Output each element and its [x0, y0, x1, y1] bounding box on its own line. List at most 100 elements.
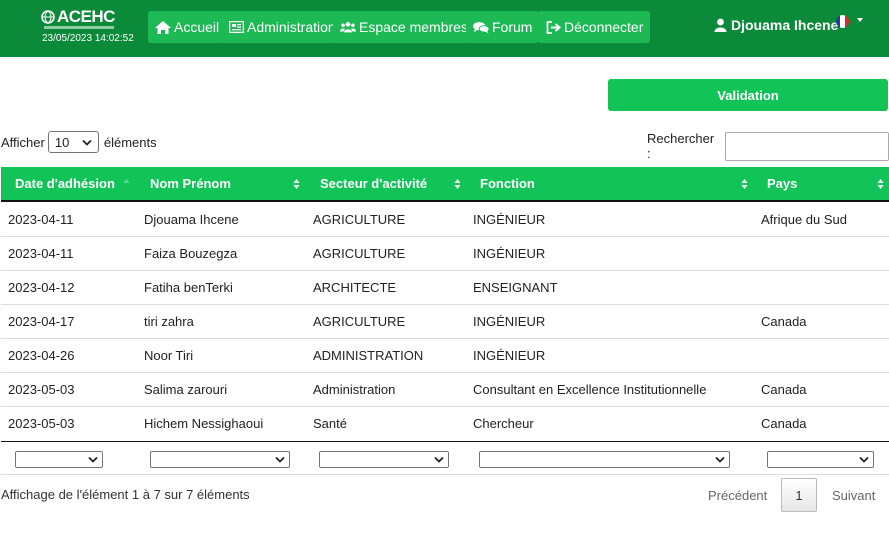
cell-secteur: AGRICULTURE: [313, 246, 406, 261]
sort-both-icon: [877, 178, 884, 190]
cell-fonction: ENSEIGNANT: [473, 280, 558, 295]
cell-pays: Canada: [761, 382, 807, 397]
nav-forum-button[interactable]: Forum: [466, 11, 540, 43]
cell-date: 2023-05-03: [8, 382, 75, 397]
cell-nom: Salima zarouri: [144, 382, 228, 397]
cell-date: 2023-04-11: [8, 212, 74, 227]
column-header-pays[interactable]: Pays: [767, 167, 797, 200]
column-header-secteur[interactable]: Secteur d'activité: [320, 167, 427, 200]
table-row: 2023-04-17 tiri zahra AGRICULTURE INGÉNI…: [1, 305, 889, 339]
cell-fonction: INGÉNIEUR: [473, 246, 546, 261]
table-info: Affichage de l'élément 1 à 7 sur 7 éléme…: [1, 487, 250, 502]
sign-out-icon: [545, 20, 561, 34]
page-length-control: Afficher 10 éléments: [1, 131, 157, 153]
pagination-previous[interactable]: Précédent: [708, 488, 767, 503]
cell-date: 2023-04-17: [8, 314, 75, 329]
nav-accueil-label: Accueil: [174, 19, 220, 35]
table-row: 2023-04-12 Fatiha benTerki ARCHITECTE EN…: [1, 271, 889, 305]
cell-secteur: Santé: [313, 416, 347, 431]
pagination-next[interactable]: Suivant: [832, 488, 875, 503]
table-row: 2023-05-03 Hichem Nessighaoui Santé Cher…: [1, 407, 889, 441]
chevron-down-icon: [715, 456, 725, 463]
cell-date: 2023-05-03: [8, 416, 75, 431]
sort-both-icon: [293, 178, 300, 190]
nav-espace-membres-label: Espace membres: [359, 19, 468, 35]
cell-nom: Hichem Nessighaoui: [144, 416, 264, 431]
table-row: 2023-04-11 Djouama Ihcene AGRICULTURE IN…: [1, 203, 889, 237]
nav-administration-button[interactable]: Administration: [221, 11, 343, 43]
cell-date: 2023-04-11: [8, 246, 74, 261]
cell-nom: Djouama Ihcene: [144, 212, 239, 227]
chevron-down-icon: [859, 456, 869, 463]
cell-pays: Canada: [761, 416, 807, 431]
navbar: ACEHC 23/05/2023 14:02:52 Accueil Admini…: [0, 0, 889, 57]
french-flag-icon[interactable]: [836, 15, 849, 28]
comments-icon: [473, 20, 489, 34]
brand-name: ACEHC: [57, 7, 115, 26]
cell-secteur: AGRICULTURE: [313, 212, 406, 227]
nav-deconnecter-label: Déconnecter: [564, 19, 644, 35]
page-length-prefix: Afficher: [1, 134, 45, 150]
user-icon: [714, 18, 728, 32]
column-header-date[interactable]: Date d'adhésion: [15, 167, 115, 200]
filter-select-nom[interactable]: [150, 451, 290, 468]
filter-select-secteur[interactable]: [319, 451, 449, 468]
nav-deconnecter-button[interactable]: Déconnecter: [538, 11, 651, 43]
sort-ascending-icon: [123, 178, 130, 190]
filter-select-pays[interactable]: [767, 451, 874, 468]
nav-espace-membres-button[interactable]: Espace membres: [333, 11, 475, 43]
validation-button[interactable]: Validation: [608, 79, 888, 111]
nav-forum-label: Forum: [492, 19, 533, 35]
page-length-suffix: éléments: [103, 134, 157, 150]
chevron-down-icon: [82, 139, 92, 146]
table-row: 2023-05-03 Salima zarouri Administration…: [1, 373, 889, 407]
cell-fonction: INGÉNIEUR: [473, 348, 546, 363]
pagination-page[interactable]: 1: [781, 478, 817, 512]
column-header-nom[interactable]: Nom Prénom: [150, 167, 231, 200]
language-dropdown-caret-icon[interactable]: [857, 18, 863, 22]
brand-arabic-subtitle-mark: [44, 26, 114, 29]
page-length-select[interactable]: 10: [47, 131, 99, 153]
filter-select-fonction[interactable]: [479, 451, 730, 468]
column-header-fonction[interactable]: Fonction: [480, 167, 535, 200]
cell-date: 2023-04-12: [8, 280, 75, 295]
cell-fonction: Consultant en Excellence Institutionnell…: [473, 382, 707, 397]
search-input[interactable]: [724, 131, 889, 161]
cell-nom: Noor Tiri: [144, 348, 194, 363]
sort-both-icon: [741, 178, 748, 190]
cell-pays: Canada: [761, 314, 807, 329]
sort-both-icon: [454, 178, 461, 190]
chevron-down-icon: [275, 456, 285, 463]
page-length-value: 10: [54, 134, 70, 150]
table-search: Rechercher :: [647, 131, 889, 161]
cell-pays: Afrique du Sud: [761, 212, 848, 227]
cell-secteur: Administration: [313, 382, 396, 397]
column-header-label: Date d'adhésion: [15, 176, 115, 191]
cell-secteur: ARCHITECTE: [313, 280, 397, 295]
search-label: Rechercher :: [647, 131, 715, 161]
column-header-label: Pays: [767, 176, 798, 191]
filter-select-date[interactable]: [15, 451, 103, 468]
cell-nom: Faiza Bouzegza: [144, 246, 238, 261]
user-menu[interactable]: Djouama Ihcene: [714, 17, 838, 33]
cell-secteur: ADMINISTRATION: [313, 348, 424, 363]
server-datetime: 23/05/2023 14:02:52: [42, 33, 134, 44]
column-header-label: Nom Prénom: [150, 176, 231, 191]
column-filter-row: [1, 441, 889, 475]
column-header-label: Secteur d'activité: [320, 176, 428, 191]
brand[interactable]: ACEHC 23/05/2023 14:02:52: [38, 7, 138, 47]
nav-accueil-button[interactable]: Accueil: [148, 11, 227, 43]
brand-logo: ACEHC: [41, 7, 115, 27]
column-header-label: Fonction: [480, 176, 535, 191]
table-row: 2023-04-26 Noor Tiri ADMINISTRATION INGÉ…: [1, 339, 889, 373]
cell-fonction: INGÉNIEUR: [473, 314, 546, 329]
nav-administration-label: Administration: [247, 19, 336, 35]
users-icon: [340, 20, 356, 34]
globe-logo-icon: [41, 10, 55, 24]
cell-fonction: Chercheur: [473, 416, 534, 431]
chevron-down-icon: [434, 456, 444, 463]
cell-fonction: INGÉNIEUR: [473, 212, 546, 227]
chevron-down-icon: [88, 456, 98, 463]
table-header: Date d'adhésion Nom Prénom Secteur d'act…: [1, 167, 889, 202]
newspaper-icon: [228, 20, 244, 34]
